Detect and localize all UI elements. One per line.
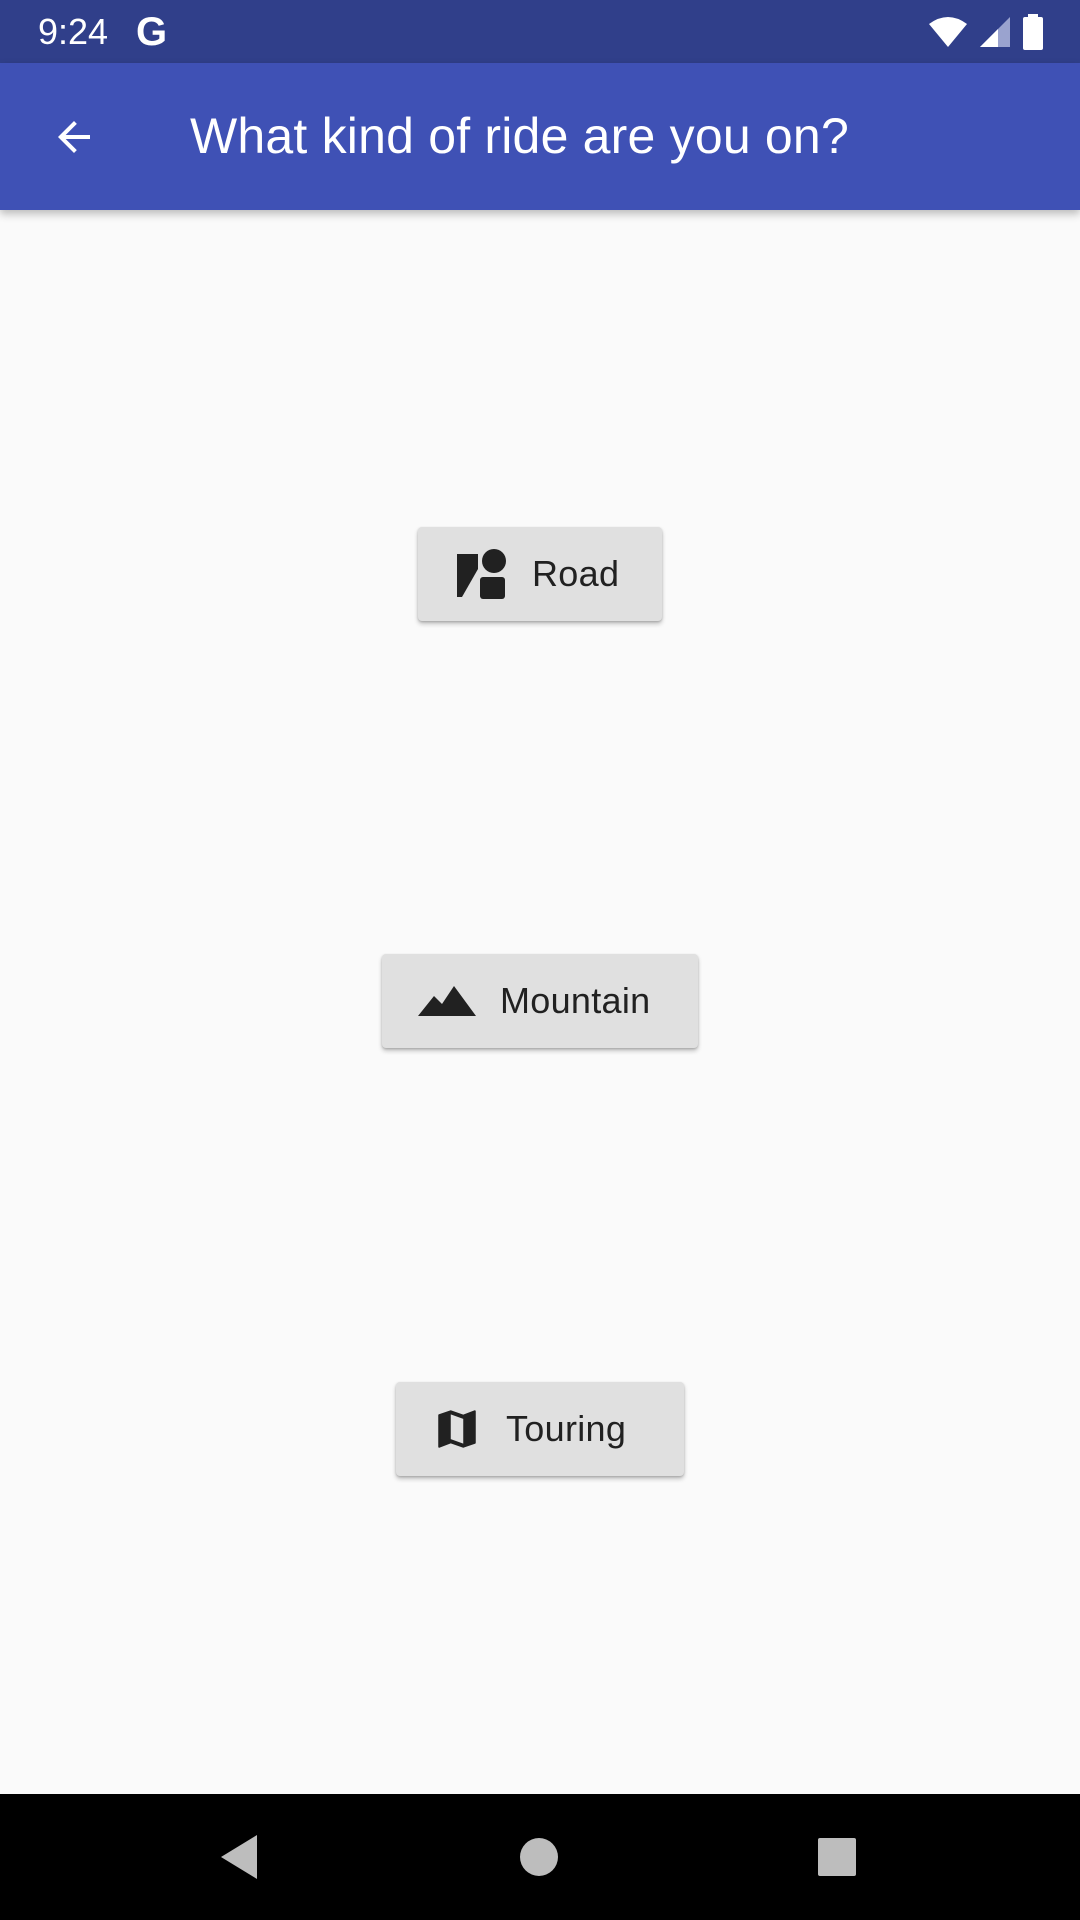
map-icon	[432, 1403, 482, 1455]
arrow-back-icon	[58, 121, 90, 153]
road-button[interactable]: Road	[418, 527, 662, 621]
road-icon	[454, 547, 508, 601]
touring-button[interactable]: Touring	[396, 1382, 684, 1476]
battery-icon	[1023, 14, 1043, 50]
recents-square-icon	[818, 1838, 856, 1876]
status-time: 9:24	[38, 11, 109, 52]
google-icon: G	[136, 10, 168, 54]
wifi-icon	[929, 17, 967, 47]
page-title: What kind of ride are you on?	[190, 108, 849, 164]
app-bar: What kind of ride are you on?	[0, 63, 1080, 210]
nav-recents-button[interactable]	[804, 1824, 870, 1890]
cellular-signal-icon	[980, 17, 1010, 47]
nav-home-button[interactable]	[506, 1824, 572, 1890]
mountain-button-label: Mountain	[500, 980, 651, 1021]
status-bar: 9:24 G	[0, 0, 1080, 63]
mountain-icon	[418, 984, 476, 1018]
nav-back-button[interactable]	[206, 1824, 272, 1890]
back-button[interactable]	[40, 103, 108, 171]
back-triangle-icon	[221, 1835, 257, 1879]
home-circle-icon	[520, 1838, 558, 1876]
road-button-label: Road	[532, 553, 620, 594]
touring-button-label: Touring	[506, 1408, 627, 1449]
status-icons	[928, 12, 1044, 52]
mountain-button[interactable]: Mountain	[382, 954, 698, 1048]
navigation-bar	[0, 1794, 1080, 1920]
